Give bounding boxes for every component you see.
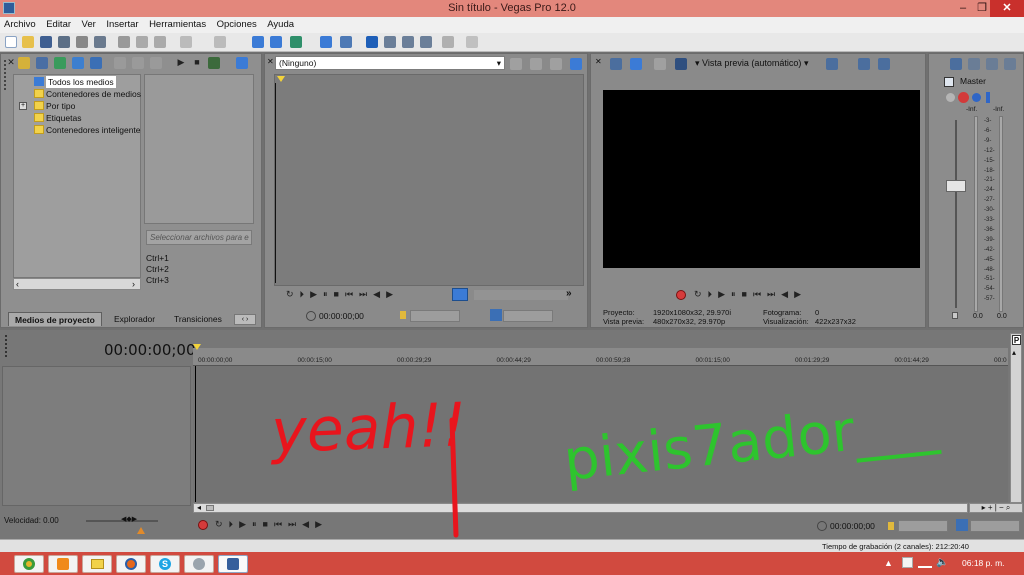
firefox-taskbar-button[interactable] (116, 555, 146, 573)
chrome-icon (23, 558, 35, 570)
vlc-icon (193, 558, 205, 570)
signal-icon[interactable] (918, 558, 932, 568)
clock-time[interactable]: 06:18 p. m. (962, 558, 1005, 568)
folder-icon (91, 559, 104, 569)
vegas-taskbar-button[interactable] (218, 555, 248, 573)
green-scribble-text: pixis7ador___ (561, 390, 942, 494)
media-player-icon (57, 558, 69, 570)
vegas-icon (227, 558, 239, 570)
vlc-taskbar-button[interactable] (184, 555, 214, 573)
show-hidden-icons[interactable]: ▲ (884, 558, 893, 568)
red-scribble-text: yeah!! (268, 390, 468, 467)
chrome-taskbar-button[interactable] (14, 555, 44, 573)
skype-icon: S (159, 558, 171, 570)
file-explorer-taskbar-button[interactable] (82, 555, 112, 573)
scribble-overlay: yeah!! pixis7ador___ (268, 390, 942, 565)
network-flag-icon[interactable] (902, 557, 913, 568)
skype-taskbar-button[interactable]: S (150, 555, 180, 573)
os-taskbar: S ▲ 🔈 06:18 p. m. (0, 552, 1024, 575)
media-player-taskbar-button[interactable] (48, 555, 78, 573)
volume-icon[interactable]: 🔈 (936, 557, 948, 568)
firefox-icon (125, 558, 137, 570)
